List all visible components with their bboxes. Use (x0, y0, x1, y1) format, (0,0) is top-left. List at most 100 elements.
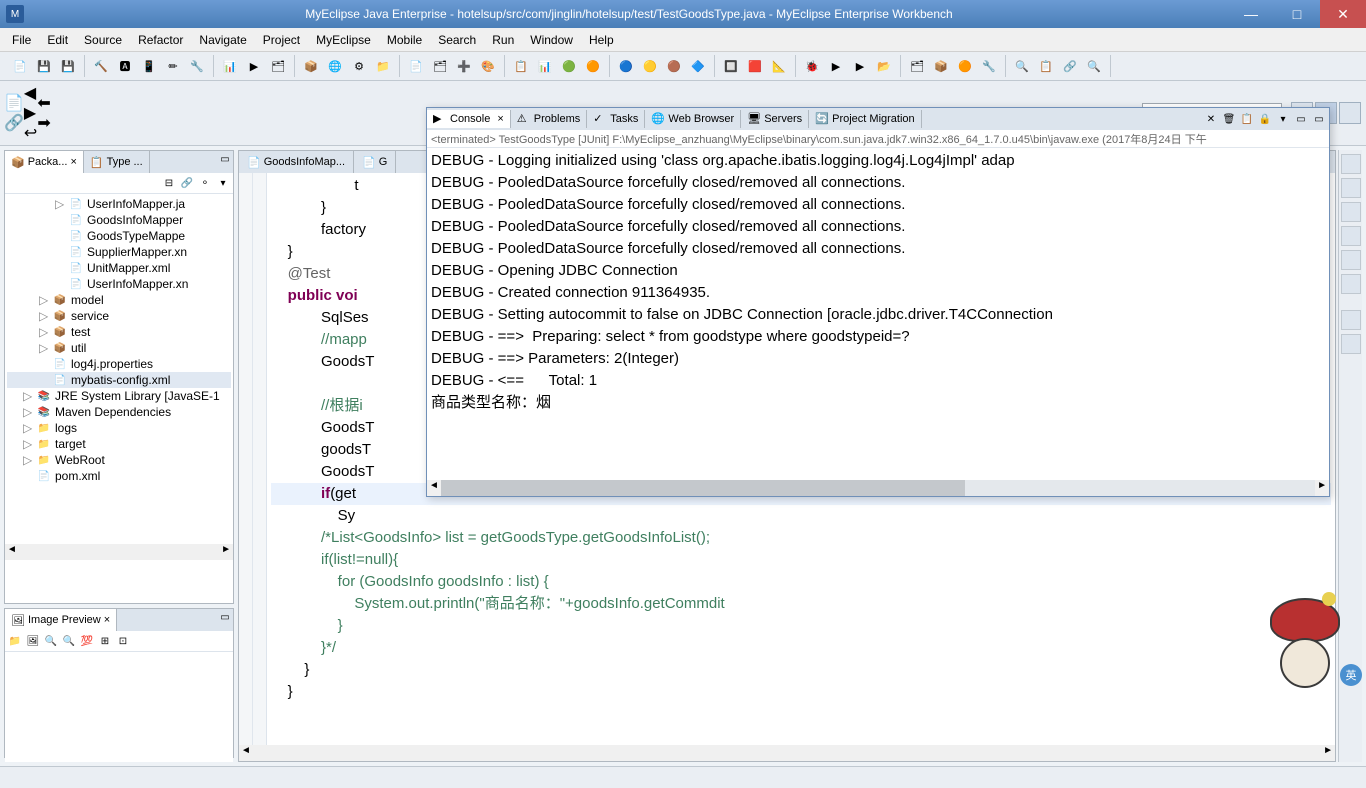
tool-icon[interactable]: 🟥 (744, 55, 766, 77)
close-icon[interactable]: × (497, 113, 503, 125)
language-badge[interactable]: 英 (1340, 664, 1362, 686)
tool-icon[interactable]: 🔗 (1059, 55, 1081, 77)
tool-icon[interactable]: 📁 (372, 55, 394, 77)
debug-button[interactable]: 🐞 (801, 55, 823, 77)
zoom-100-icon[interactable]: 💯 (79, 633, 95, 649)
minimize-view-icon[interactable]: ▭ (217, 609, 233, 625)
menu-search[interactable]: Search (430, 31, 484, 49)
tool-icon[interactable]: ▶ (849, 55, 871, 77)
close-icon[interactable]: × (70, 156, 76, 168)
minimize-view-icon[interactable]: ▭ (217, 151, 233, 167)
menu-window[interactable]: Window (522, 31, 581, 49)
right-tool-icon[interactable] (1341, 154, 1361, 174)
tool-icon[interactable]: ▶ (243, 55, 265, 77)
menu-mobile[interactable]: Mobile (379, 31, 430, 49)
tab-servers[interactable]: 🖥Servers (741, 110, 809, 128)
console-tool-icon[interactable]: 📋 (1239, 111, 1255, 127)
tool-icon[interactable]: 🔨 (90, 55, 112, 77)
tool-icon[interactable]: 🔷 (687, 55, 709, 77)
tool-icon[interactable]: 🔗 (4, 113, 24, 133)
expand-icon[interactable]: ▷ (23, 389, 33, 403)
tree-item[interactable]: 📄GoodsInfoMapper (7, 212, 231, 228)
expand-icon[interactable]: ▷ (39, 325, 49, 339)
tool-icon[interactable]: 🟠 (582, 55, 604, 77)
tool-icon[interactable]: 🔵 (615, 55, 637, 77)
right-tool-icon[interactable] (1341, 274, 1361, 294)
close-icon[interactable]: × (104, 614, 110, 626)
console-tool-icon[interactable]: 🗑 (1221, 111, 1237, 127)
tree-item[interactable]: 📄mybatis-config.xml (7, 372, 231, 388)
focus-icon[interactable]: ⚬ (197, 175, 213, 191)
tool-icon[interactable]: 🔲 (720, 55, 742, 77)
tool-icon[interactable]: 📦 (930, 55, 952, 77)
expand-icon[interactable]: ▷ (23, 437, 33, 451)
menu-edit[interactable]: Edit (39, 31, 76, 49)
expand-icon[interactable]: ▷ (39, 309, 49, 323)
tool-icon[interactable]: 🖼 (25, 633, 41, 649)
tool-icon[interactable]: 🗂 (906, 55, 928, 77)
tool-icon[interactable]: 📄 (405, 55, 427, 77)
tab-type-hierarchy[interactable]: 📋 Type ... (84, 151, 150, 173)
tree-item[interactable]: 📄GoodsTypeMappe (7, 228, 231, 244)
tool-icon[interactable]: ⊞ (97, 633, 113, 649)
forward-button[interactable]: ➡ (37, 113, 50, 133)
search-icon[interactable]: 🔍 (1011, 55, 1033, 77)
expand-icon[interactable]: ▷ (23, 405, 33, 419)
right-tool-icon[interactable] (1341, 226, 1361, 246)
minimize-view-icon[interactable]: ▭ (1311, 111, 1327, 127)
tool-icon[interactable]: 📄 (4, 93, 24, 113)
right-tool-icon[interactable] (1341, 178, 1361, 198)
tool-icon[interactable]: 🟤 (663, 55, 685, 77)
tab-image-preview[interactable]: 🖼 Image Preview × (5, 609, 117, 631)
perspective-button[interactable] (1339, 102, 1361, 124)
link-editor-icon[interactable]: 🔗 (179, 175, 195, 191)
tool-icon[interactable]: ⊡ (115, 633, 131, 649)
tree-item[interactable]: 📄log4j.properties (7, 356, 231, 372)
expand-icon[interactable]: ▷ (39, 293, 49, 307)
console-scrollbar[interactable]: ◄ ► (427, 480, 1329, 496)
tool-icon[interactable]: 🟢 (558, 55, 580, 77)
globe-icon[interactable]: 🌐 (324, 55, 346, 77)
new-button[interactable]: 📄 (9, 55, 31, 77)
menu-help[interactable]: Help (581, 31, 622, 49)
tool-icon[interactable]: 🗂 (429, 55, 451, 77)
tab-tasks[interactable]: ✓Tasks (587, 110, 645, 128)
menu-myeclipse[interactable]: MyEclipse (308, 31, 379, 49)
tree-item[interactable]: ▷📚Maven Dependencies (7, 404, 231, 420)
expand-icon[interactable]: ▷ (39, 341, 49, 355)
editor-tab[interactable]: 📄 G (354, 151, 396, 173)
tree-item[interactable]: ▷📚JRE System Library [JavaSE-1 (7, 388, 231, 404)
zoom-in-icon[interactable]: 🔍 (43, 633, 59, 649)
menu-icon[interactable]: ▾ (215, 175, 231, 191)
pencil-icon[interactable]: ✏ (162, 55, 184, 77)
run-button[interactable]: ▶ (825, 55, 847, 77)
tool-icon[interactable]: ⚙ (348, 55, 370, 77)
tool-icon[interactable]: 📂 (873, 55, 895, 77)
editor-tab[interactable]: 📄 GoodsInfoMap... (239, 151, 354, 173)
menu-source[interactable]: Source (76, 31, 130, 49)
right-tool-icon[interactable] (1341, 310, 1361, 330)
tool-icon[interactable]: 📊 (534, 55, 556, 77)
menu-project[interactable]: Project (255, 31, 308, 49)
tool-icon[interactable]: 📱 (138, 55, 160, 77)
tab-console[interactable]: ▶Console× (427, 110, 511, 128)
minimize-button[interactable]: — (1228, 0, 1274, 28)
menu-file[interactable]: File (4, 31, 39, 49)
tree-item[interactable]: ▷📁target (7, 436, 231, 452)
expand-icon[interactable]: ▷ (23, 421, 33, 435)
console-tool-icon[interactable]: ▭ (1293, 111, 1309, 127)
zoom-out-icon[interactable]: 🔍 (61, 633, 77, 649)
tool-icon[interactable]: 📐 (768, 55, 790, 77)
menu-refactor[interactable]: Refactor (130, 31, 191, 49)
right-tool-icon[interactable] (1341, 250, 1361, 270)
tool-icon[interactable]: 🔧 (978, 55, 1000, 77)
maximize-button[interactable]: □ (1274, 0, 1320, 28)
console-tool-icon[interactable]: ✕ (1203, 111, 1219, 127)
menu-navigate[interactable]: Navigate (191, 31, 254, 49)
tool-icon[interactable]: 🟡 (639, 55, 661, 77)
back-button[interactable]: ⬅ (37, 93, 50, 113)
tool-icon[interactable]: 📋 (510, 55, 532, 77)
close-button[interactable]: ✕ (1320, 0, 1366, 28)
editor-gutter[interactable] (239, 173, 267, 745)
tree-item[interactable]: ▷📁WebRoot (7, 452, 231, 468)
